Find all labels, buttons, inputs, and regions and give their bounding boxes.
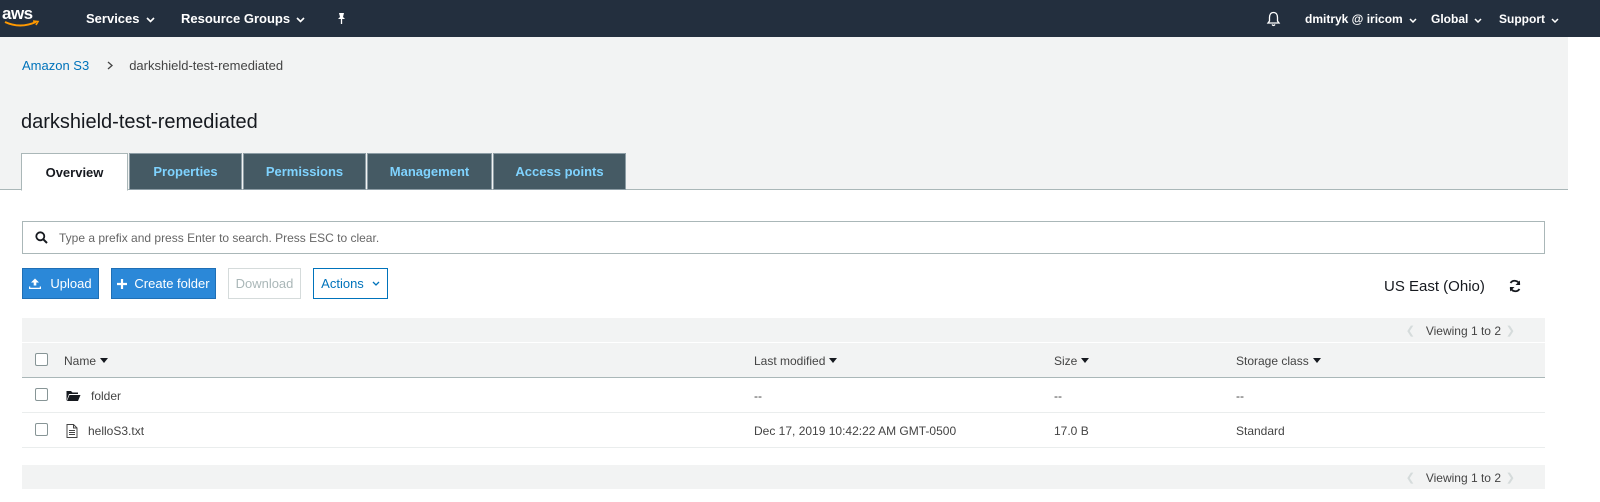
column-header-last-modified-label: Last modified: [754, 353, 826, 368]
aws-logo[interactable]: aws: [2, 3, 42, 33]
pagination-bar-top: ❮ Viewing 1 to 2 ❯: [22, 318, 1545, 342]
tab-management[interactable]: Management: [367, 153, 492, 190]
viewing-count: Viewing 1 to 2: [1425, 471, 1501, 485]
viewing-count: Viewing 1 to 2: [1425, 324, 1501, 338]
account-menu-label: dmitryk @ iricom: [1305, 11, 1403, 26]
region-label: US East (Ohio): [1384, 278, 1485, 295]
storage-class-cell: --: [1236, 388, 1244, 403]
breadcrumb-amazon-s3-link[interactable]: Amazon S3: [22, 58, 89, 73]
sort-caret-icon: [1312, 358, 1321, 363]
actions-dropdown[interactable]: Actions: [313, 268, 388, 299]
column-header-size[interactable]: Size: [1054, 343, 1090, 378]
search-input[interactable]: [59, 230, 1539, 245]
resource-groups-menu-label: Resource Groups: [181, 11, 291, 26]
support-menu[interactable]: Support: [1499, 0, 1559, 37]
objects-table-header: Name Last modified Size Storage class: [22, 343, 1545, 378]
sort-caret-icon: [1081, 358, 1090, 363]
select-all-checkbox[interactable]: [35, 353, 48, 366]
chevron-down-icon: [145, 11, 155, 26]
plus-icon: [117, 278, 128, 289]
file-text-icon: [66, 423, 78, 438]
tab-access-points[interactable]: Access points: [493, 153, 626, 190]
row-checkbox[interactable]: [35, 388, 48, 401]
object-name-link[interactable]: helloS3.txt: [88, 424, 144, 438]
search-icon: [23, 231, 59, 244]
column-header-storage-class[interactable]: Storage class: [1236, 343, 1321, 378]
object-name-cell: helloS3.txt: [66, 413, 144, 448]
object-name-link[interactable]: folder: [91, 389, 121, 403]
create-folder-button-label: Create folder: [134, 276, 210, 291]
object-name-cell: folder: [66, 378, 121, 413]
size-cell: 17.0 B: [1054, 423, 1089, 438]
account-menu[interactable]: dmitryk @ iricom: [1305, 0, 1417, 37]
create-folder-button[interactable]: Create folder: [111, 268, 216, 299]
region-global-menu[interactable]: Global: [1431, 0, 1482, 37]
services-menu-label: Services: [86, 11, 140, 26]
upload-icon: [29, 278, 42, 289]
bucket-header: Amazon S3 darkshield-test-remediated dar…: [0, 37, 1568, 191]
resource-groups-menu[interactable]: Resource Groups: [181, 0, 305, 37]
refresh-icon[interactable]: [1508, 279, 1522, 296]
last-modified-cell: --: [754, 388, 762, 403]
chevron-right-icon[interactable]: ❯: [1506, 471, 1515, 484]
prefix-search-box: [22, 221, 1545, 254]
tab-properties[interactable]: Properties: [129, 153, 242, 190]
breadcrumb-current: darkshield-test-remediated: [129, 58, 284, 73]
chevron-down-icon: [296, 11, 305, 26]
chevron-down-icon: [1551, 12, 1559, 26]
chevron-left-icon[interactable]: ❮: [1406, 324, 1415, 337]
column-header-size-label: Size: [1054, 353, 1078, 368]
chevron-down-icon: [1474, 12, 1482, 26]
pin-icon[interactable]: [335, 0, 347, 37]
sort-caret-icon: [100, 358, 109, 363]
column-header-last-modified[interactable]: Last modified: [754, 343, 838, 378]
pagination-bar-bottom: ❮ Viewing 1 to 2 ❯: [22, 465, 1545, 489]
column-header-storage-class-label: Storage class: [1236, 353, 1309, 368]
storage-class-cell: Standard: [1236, 423, 1285, 438]
upload-button[interactable]: Upload: [22, 268, 99, 299]
tab-overview[interactable]: Overview: [21, 153, 128, 191]
tab-permissions[interactable]: Permissions: [243, 153, 366, 190]
column-header-name[interactable]: Name: [64, 343, 109, 378]
table-row[interactable]: folder -- -- --: [22, 378, 1545, 413]
region-global-menu-label: Global: [1431, 11, 1469, 26]
chevron-down-icon: [1409, 12, 1417, 26]
chevron-down-icon: [372, 281, 380, 286]
chevron-right-icon[interactable]: ❯: [1506, 324, 1515, 337]
bucket-tabs: Overview Properties Permissions Manageme…: [21, 153, 627, 191]
sort-caret-icon: [829, 358, 838, 363]
breadcrumb-chevron-right-icon: [107, 58, 114, 73]
size-cell: --: [1054, 388, 1062, 403]
services-menu[interactable]: Services: [86, 0, 155, 37]
page-title: darkshield-test-remediated: [21, 111, 258, 133]
aws-smile-icon: [4, 20, 40, 27]
chevron-left-icon[interactable]: ❮: [1406, 471, 1415, 484]
last-modified-cell: Dec 17, 2019 10:42:22 AM GMT-0500: [754, 423, 957, 438]
folder-open-icon: [66, 390, 81, 402]
actions-dropdown-label: Actions: [321, 276, 364, 291]
notifications-bell-icon[interactable]: [1266, 0, 1281, 37]
row-checkbox[interactable]: [35, 423, 48, 436]
breadcrumb: Amazon S3 darkshield-test-remediated: [22, 58, 283, 73]
support-menu-label: Support: [1499, 11, 1545, 26]
table-row[interactable]: helloS3.txt Dec 17, 2019 10:42:22 AM GMT…: [22, 413, 1545, 448]
column-header-name-label: Name: [64, 353, 97, 368]
download-button[interactable]: Download: [228, 268, 301, 299]
upload-button-label: Upload: [50, 276, 92, 291]
top-navigation-bar: aws Services Resource Groups dmitryk @ i…: [0, 0, 1600, 37]
